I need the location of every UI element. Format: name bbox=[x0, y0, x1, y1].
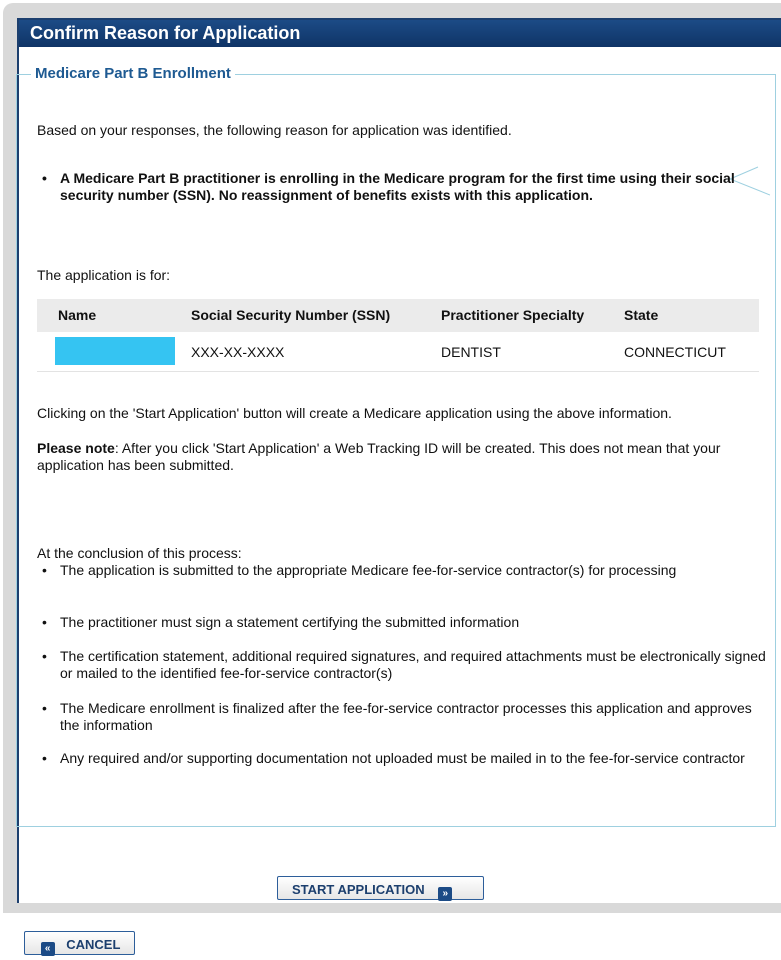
intro-text: Based on your responses, the following r… bbox=[37, 122, 512, 138]
list-item-text: The practitioner must sign a statement c… bbox=[60, 614, 520, 630]
please-note-label: Please note bbox=[37, 440, 115, 456]
list-item-text: The Medicare enrollment is finalized aft… bbox=[60, 700, 752, 733]
column-header-specialty: Practitioner Specialty bbox=[441, 307, 585, 323]
bullet-icon: • bbox=[42, 170, 47, 186]
page: Confirm Reason for Application Medicare … bbox=[0, 0, 781, 960]
column-header-ssn: Social Security Number (SSN) bbox=[191, 307, 391, 323]
bullet-icon: • bbox=[42, 648, 47, 664]
reason-item: • A Medicare Part B practitioner is enro… bbox=[42, 170, 770, 204]
list-item: • The application is submitted to the ap… bbox=[42, 562, 770, 579]
cancel-label: CANCEL bbox=[66, 937, 121, 952]
list-item: • The certification statement, additiona… bbox=[42, 648, 770, 682]
state-cell: CONNECTICUT bbox=[624, 344, 726, 360]
list-item-text: Any required and/or supporting documenta… bbox=[60, 750, 745, 766]
bullet-icon: • bbox=[42, 750, 47, 766]
ssn-cell: XXX-XX-XXXX bbox=[191, 344, 285, 360]
panel-title: Confirm Reason for Application bbox=[19, 20, 781, 47]
column-header-name: Name bbox=[58, 307, 97, 323]
please-note: Please note: After you click 'Start Appl… bbox=[37, 440, 757, 474]
column-header-state: State bbox=[624, 307, 659, 323]
reason-text: A Medicare Part B practitioner is enroll… bbox=[60, 170, 735, 203]
double-chevron-left-icon: « bbox=[40, 942, 55, 956]
table-row: XXX-XX-XXXX DENTIST CONNECTICUT bbox=[37, 334, 759, 372]
bullet-icon: • bbox=[42, 614, 47, 630]
list-item: • Any required and/or supporting documen… bbox=[42, 750, 770, 767]
redacted-name bbox=[55, 337, 175, 365]
cancel-button[interactable]: « CANCEL bbox=[24, 931, 135, 956]
list-item-text: The certification statement, additional … bbox=[60, 648, 766, 681]
list-item: • The practitioner must sign a statement… bbox=[42, 614, 770, 631]
start-application-info: Clicking on the 'Start Application' butt… bbox=[37, 405, 672, 421]
list-item-text: The application is submitted to the appr… bbox=[60, 562, 677, 578]
applicant-table-header: Name Social Security Number (SSN) Practi… bbox=[37, 299, 759, 332]
double-chevron-right-icon: » bbox=[438, 887, 453, 901]
section-legend: Medicare Part B Enrollment bbox=[31, 63, 235, 85]
conclusion-intro: At the conclusion of this process: bbox=[37, 545, 242, 561]
bullet-icon: • bbox=[42, 562, 47, 578]
please-note-text: : After you click 'Start Application' a … bbox=[37, 440, 721, 473]
specialty-cell: DENTIST bbox=[441, 344, 501, 360]
start-application-button[interactable]: START APPLICATION » bbox=[277, 876, 484, 901]
list-item: • The Medicare enrollment is finalized a… bbox=[42, 700, 770, 734]
application-for-label: The application is for: bbox=[37, 267, 171, 283]
start-application-label: START APPLICATION bbox=[292, 882, 425, 897]
bullet-icon: • bbox=[42, 700, 47, 716]
